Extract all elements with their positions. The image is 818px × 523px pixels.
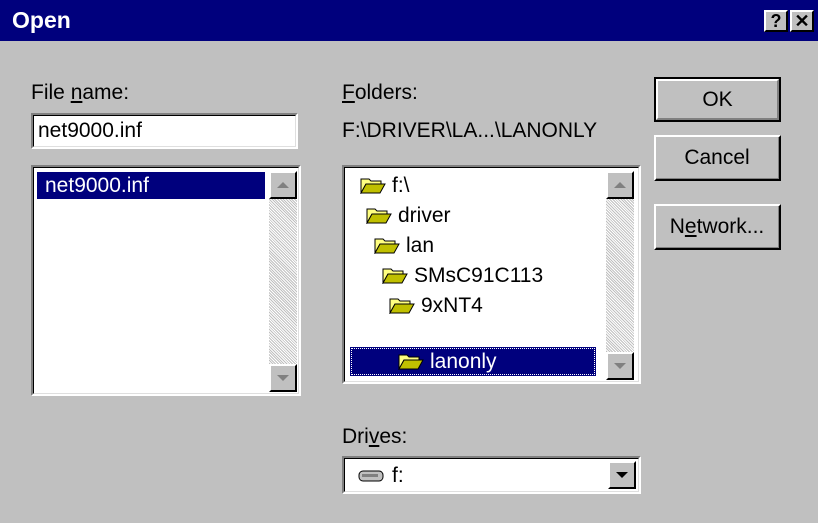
- open-folder-icon: [398, 354, 424, 370]
- ok-button[interactable]: OK: [654, 77, 781, 122]
- folder-item-selected[interactable]: lanonly: [350, 347, 596, 376]
- network-button-label: Network...: [669, 214, 765, 238]
- arrow-down-icon: [614, 363, 626, 369]
- open-folder-icon: [360, 178, 386, 194]
- open-folder-icon: [389, 298, 415, 314]
- file-name-input[interactable]: net9000.inf: [31, 113, 298, 149]
- current-path: F:\DRIVER\LA...\LANONLY: [342, 119, 598, 142]
- drives-select[interactable]: f:: [342, 456, 641, 494]
- open-folder-icon: [366, 208, 392, 224]
- close-button[interactable]: ✕: [790, 10, 814, 32]
- open-folder-icon: [382, 268, 408, 284]
- folder-tree[interactable]: f:\ driver lan SMsC91C113 9xNT4 lanonly: [342, 165, 641, 384]
- scroll-up-button[interactable]: [269, 171, 297, 199]
- scroll-down-button[interactable]: [269, 364, 297, 392]
- file-list-item[interactable]: net9000.inf: [37, 172, 265, 199]
- file-name-label: File name:: [31, 81, 130, 104]
- drives-dropdown-button[interactable]: [608, 461, 636, 489]
- folder-tree-scrollbar[interactable]: [606, 171, 634, 380]
- arrow-up-icon: [614, 182, 626, 188]
- drives-value: f:: [392, 464, 404, 487]
- file-list-scrollbar[interactable]: [269, 171, 297, 392]
- cancel-button[interactable]: Cancel: [654, 135, 781, 181]
- help-button[interactable]: ?: [764, 10, 788, 32]
- chevron-down-icon: [616, 472, 628, 478]
- arrow-up-icon: [277, 182, 289, 188]
- scroll-up-button[interactable]: [606, 171, 634, 199]
- arrow-down-icon: [277, 375, 289, 381]
- cancel-button-label: Cancel: [684, 145, 750, 169]
- hard-drive-icon: [358, 470, 384, 482]
- network-button[interactable]: Network...: [654, 204, 781, 250]
- window-title: Open: [12, 7, 71, 33]
- folders-label: Folders:: [342, 81, 418, 104]
- drives-label: Drives:: [342, 425, 408, 448]
- scroll-down-button[interactable]: [606, 352, 634, 380]
- ok-button-label: OK: [702, 87, 733, 111]
- open-folder-icon: [374, 238, 400, 254]
- file-list[interactable]: net9000.inf: [31, 165, 301, 396]
- title-bar[interactable]: Open ? ✕: [0, 0, 818, 41]
- file-name-value: net9000.inf: [38, 119, 142, 142]
